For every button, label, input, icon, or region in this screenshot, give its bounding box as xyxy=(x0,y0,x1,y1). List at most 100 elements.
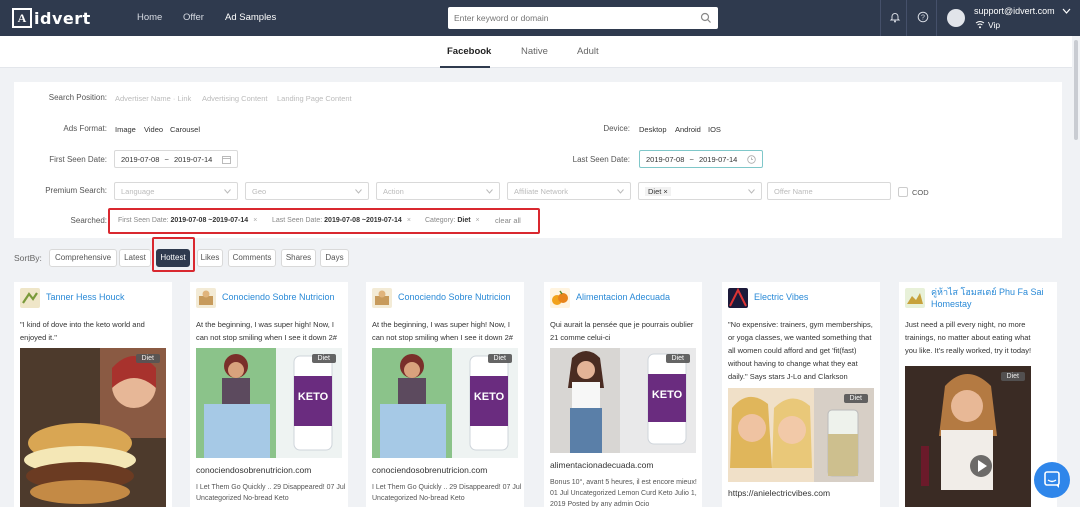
first-seen-label: First Seen Date: xyxy=(49,155,107,164)
sort-days[interactable]: Days xyxy=(320,249,349,267)
language-select[interactable]: Language xyxy=(114,182,238,200)
ad-card[interactable]: Conociendo Sobre Nutricion At the beginn… xyxy=(190,282,348,507)
search-input[interactable] xyxy=(448,7,688,29)
ad-text: "I kind of dove into the keto world and … xyxy=(20,320,145,342)
advertiser-avatar xyxy=(728,288,748,308)
search-position-option[interactable]: Advertiser Name · Link xyxy=(115,94,191,103)
advertiser-name[interactable]: Alimentacion Adecuada xyxy=(576,292,670,302)
format-carousel[interactable]: Carousel xyxy=(170,125,200,134)
svg-text:?: ? xyxy=(921,15,925,22)
ad-image[interactable]: KETO Diet xyxy=(196,348,342,458)
device-desktop[interactable]: Desktop xyxy=(639,125,667,134)
clock-icon xyxy=(747,155,756,164)
search-box xyxy=(448,7,718,29)
chevron-down-icon xyxy=(224,189,231,194)
ad-domain[interactable]: https://anielectricvibes.com xyxy=(728,488,830,498)
ad-image[interactable]: KETO Diet xyxy=(372,348,518,458)
tab-adult[interactable]: Adult xyxy=(577,46,599,57)
search-position-option[interactable]: Landing Page Content xyxy=(277,94,352,103)
offer-name-input[interactable]: Offer Name xyxy=(767,182,891,200)
sort-shares[interactable]: Shares xyxy=(281,249,316,267)
ad-image[interactable]: Diet xyxy=(728,388,874,482)
category-tag[interactable]: Diet × xyxy=(645,187,671,196)
device-android[interactable]: Android xyxy=(675,125,701,134)
close-icon[interactable]: × xyxy=(476,217,480,224)
ad-image[interactable]: Diet xyxy=(905,366,1031,507)
ad-domain[interactable]: alimentacionadecuada.com xyxy=(550,460,653,470)
geo-select[interactable]: Geo xyxy=(245,182,369,200)
ads-format-label: Ads Format: xyxy=(63,124,107,133)
search-position-option[interactable]: Advertising Content xyxy=(202,94,267,103)
calendar-icon xyxy=(222,156,231,164)
advertiser-avatar xyxy=(196,288,216,308)
chevron-down-icon[interactable] xyxy=(1062,8,1071,14)
scrollbar-thumb[interactable] xyxy=(1074,40,1078,140)
vip-icon xyxy=(975,21,985,29)
platform-tabs: Facebook Native Adult xyxy=(0,36,1080,68)
user-email[interactable]: support@idvert.com xyxy=(974,6,1055,16)
ad-image[interactable]: Diet xyxy=(20,348,166,507)
advertiser-avatar xyxy=(905,288,925,308)
filter-chip[interactable]: Category: Diet × xyxy=(425,215,480,227)
burger-image xyxy=(20,348,166,507)
cod-checkbox[interactable] xyxy=(898,187,908,197)
sort-comments[interactable]: Comments xyxy=(228,249,276,267)
filter-chip[interactable]: Last Seen Date: 2019-07-08 ~2019-07-14 × xyxy=(272,215,411,227)
device-ios[interactable]: IOS xyxy=(708,125,721,134)
format-image[interactable]: Image xyxy=(115,125,136,134)
nav-home[interactable]: Home xyxy=(137,12,162,23)
advertiser-name[interactable]: คู่ห้าไส โฮมสเตย์ Phu Fa Sai Homestay xyxy=(931,286,1051,310)
ad-text: At the beginning, I was super high! Now,… xyxy=(372,320,513,342)
search-icon[interactable] xyxy=(700,12,712,24)
format-video[interactable]: Video xyxy=(144,125,163,134)
svg-text:KETO: KETO xyxy=(652,389,683,401)
nav-ad-samples[interactable]: Ad Samples xyxy=(225,12,276,23)
advertiser-name[interactable]: Tanner Hess Houck xyxy=(46,292,125,302)
ad-card[interactable]: Electric Vibes "No expensive: trainers, … xyxy=(722,282,880,507)
bell-icon[interactable] xyxy=(889,11,901,23)
device-label: Device: xyxy=(603,124,630,133)
category-select[interactable]: Diet × xyxy=(638,182,762,200)
filter-chip[interactable]: First Seen Date: 2019-07-08 ~2019-07-14 × xyxy=(118,215,257,227)
sort-comprehensive[interactable]: Comprehensive xyxy=(49,249,117,267)
divider xyxy=(880,0,881,36)
affiliate-network-select[interactable]: Affiliate Network xyxy=(507,182,631,200)
nav-offer[interactable]: Offer xyxy=(183,12,204,23)
advertiser-name[interactable]: Conociendo Sobre Nutricion xyxy=(398,292,511,302)
help-icon[interactable]: ? xyxy=(917,11,929,23)
last-seen-date-input[interactable]: 2019-07-08 ~ 2019-07-14 xyxy=(639,150,763,168)
searched-label: Searched: xyxy=(70,216,107,225)
logo[interactable]: A idvert xyxy=(12,7,91,29)
ad-text: At the beginning, I was super high! Now,… xyxy=(196,320,337,342)
close-icon[interactable]: × xyxy=(253,217,257,224)
chat-button[interactable] xyxy=(1034,462,1070,498)
first-seen-date-input[interactable]: 2019-07-08 ~ 2019-07-14 xyxy=(114,150,238,168)
last-seen-label: Last Seen Date: xyxy=(572,155,630,164)
advertiser-name[interactable]: Electric Vibes xyxy=(754,292,808,302)
keto-product-image: KETO xyxy=(550,348,696,453)
avatar[interactable] xyxy=(947,9,965,27)
tab-native[interactable]: Native xyxy=(521,46,548,57)
ad-card[interactable]: Tanner Hess Houck "I kind of dove into t… xyxy=(14,282,172,507)
chevron-down-icon xyxy=(486,189,493,194)
action-select[interactable]: Action xyxy=(376,182,500,200)
svg-text:KETO: KETO xyxy=(474,391,505,403)
woman-video-image xyxy=(905,366,1031,507)
sort-likes[interactable]: Likes xyxy=(197,249,223,267)
ad-card[interactable]: Alimentacion Adecuada Qui aurait la pens… xyxy=(544,282,702,507)
clear-all-link[interactable]: clear all xyxy=(495,215,521,227)
ad-domain[interactable]: conociendosobrenutricion.com xyxy=(372,465,487,475)
ad-image[interactable]: KETO Diet xyxy=(550,348,696,453)
sort-label: SortBy: xyxy=(14,253,42,263)
tab-facebook[interactable]: Facebook xyxy=(447,46,491,57)
category-badge: Diet xyxy=(665,354,690,363)
ad-landing-text: I Let Them Go Quickly .. 29 Disappeared!… xyxy=(196,484,346,502)
logo-text: idvert xyxy=(34,8,91,28)
svg-text:KETO: KETO xyxy=(298,391,329,403)
close-icon[interactable]: × xyxy=(407,217,411,224)
ad-domain[interactable]: conociendosobrenutricion.com xyxy=(196,465,311,475)
ad-card[interactable]: Conociendo Sobre Nutricion At the beginn… xyxy=(366,282,524,507)
sort-latest[interactable]: Latest xyxy=(119,249,151,267)
user-level: Vip xyxy=(988,20,1001,30)
advertiser-name[interactable]: Conociendo Sobre Nutricion xyxy=(222,292,335,302)
